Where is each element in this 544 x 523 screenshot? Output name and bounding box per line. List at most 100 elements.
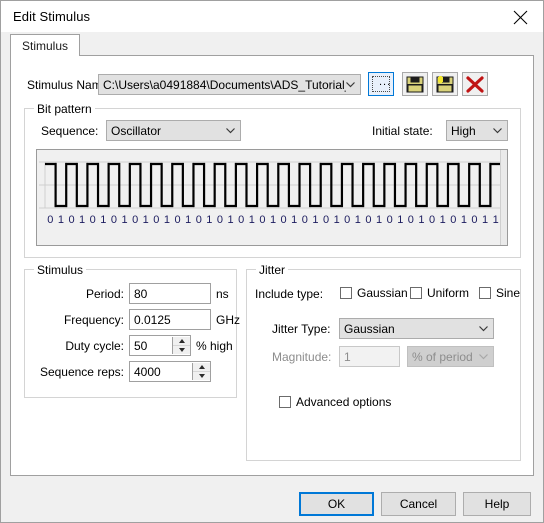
ok-button[interactable]: OK [299, 492, 374, 516]
sequence-reps-stepper[interactable] [192, 363, 210, 380]
sequence-reps-stepper-down[interactable] [193, 372, 210, 381]
initial-state-label: Initial state: [372, 124, 433, 138]
svg-text:1: 1 [493, 214, 499, 226]
include-type-label: Include type: [255, 287, 324, 301]
svg-text:1: 1 [100, 214, 106, 226]
period-unit: ns [216, 287, 229, 301]
magnitude-input[interactable]: 1 [339, 346, 400, 367]
floppy-disk-icon [406, 76, 424, 93]
svg-text:0: 0 [238, 214, 244, 226]
svg-text:0: 0 [323, 214, 329, 226]
sequence-reps-value: 4000 [134, 365, 161, 379]
svg-text:1: 1 [440, 214, 446, 226]
stimulus-name-combo[interactable]: C:\Users\a0491884\Documents\ADS_Tutorial… [98, 74, 361, 95]
sequence-reps-stepper-up[interactable] [193, 363, 210, 372]
svg-text:0: 0 [429, 214, 435, 226]
browse-button-label: ... [379, 76, 392, 88]
stimulus-name-value: C:\Users\a0491884\Documents\ADS_Tutorial… [103, 78, 346, 92]
checkbox-box [340, 287, 352, 299]
duty-cycle-stepper[interactable] [172, 337, 190, 354]
bit-pattern-group-title: Bit pattern [34, 102, 95, 116]
duty-cycle-stepper-down[interactable] [173, 346, 190, 355]
duty-cycle-stepper-up[interactable] [173, 337, 190, 346]
jitter-type-value: Gaussian [344, 322, 395, 336]
checkbox-box [479, 287, 491, 299]
window-title: Edit Stimulus [13, 9, 91, 24]
initial-state-combo[interactable]: High [446, 120, 508, 141]
svg-text:1: 1 [228, 214, 234, 226]
sequence-reps-input[interactable]: 4000 [129, 361, 211, 382]
svg-text:0: 0 [68, 214, 74, 226]
waveform-scrollbar[interactable] [500, 150, 507, 245]
svg-text:1: 1 [418, 214, 424, 226]
browse-button[interactable]: ... [368, 72, 394, 96]
magnitude-label: Magnitude: [272, 350, 332, 364]
svg-text:0: 0 [450, 214, 456, 226]
jitter-group-title: Jitter [256, 263, 289, 277]
svg-text:1: 1 [58, 214, 64, 226]
save-button[interactable] [402, 72, 428, 96]
duty-cycle-input[interactable]: 50 [129, 335, 191, 356]
svg-text:0: 0 [47, 214, 53, 226]
checkbox-uniform-label: Uniform [427, 286, 470, 300]
svg-text:1: 1 [376, 214, 382, 226]
svg-text:0: 0 [365, 214, 371, 226]
jitter-type-combo[interactable]: Gaussian [339, 318, 494, 339]
period-input[interactable]: 80 [129, 283, 211, 304]
svg-text:0: 0 [302, 214, 308, 226]
svg-text:0: 0 [153, 214, 159, 226]
frequency-label: Frequency: [63, 313, 124, 327]
svg-text:1: 1 [206, 214, 212, 226]
magnitude-unit-combo[interactable]: % of period [407, 346, 494, 367]
svg-text:1: 1 [482, 214, 488, 226]
svg-text:1: 1 [397, 214, 403, 226]
initial-state-value: High [451, 124, 476, 138]
bit-pattern-group: Bit pattern Sequence: Oscillator Initial… [24, 102, 521, 258]
magnitude-unit-value: % of period [412, 350, 473, 364]
jitter-group: Jitter Include type: Gaussian Uniform Si… [246, 263, 521, 461]
floppy-disk-star-icon [436, 76, 454, 93]
period-label: Period: [85, 287, 124, 301]
svg-text:0: 0 [196, 214, 202, 226]
stimulus-group-title: Stimulus [34, 263, 87, 277]
tab-stimulus[interactable]: Stimulus [10, 34, 81, 56]
svg-text:1: 1 [121, 214, 127, 226]
delete-button[interactable] [462, 72, 488, 96]
save-as-button[interactable] [432, 72, 458, 96]
svg-text:1: 1 [185, 214, 191, 226]
duty-cycle-value: 50 [134, 339, 148, 353]
advanced-options-label: Advanced options [296, 395, 392, 409]
cancel-button[interactable]: Cancel [381, 492, 456, 516]
close-icon [513, 10, 528, 25]
svg-text:1: 1 [334, 214, 340, 226]
waveform-canvas: 0101010101010101010101010101010101010101… [39, 161, 507, 226]
svg-text:1: 1 [291, 214, 297, 226]
chevron-down-icon [493, 128, 502, 134]
svg-text:0: 0 [387, 214, 393, 226]
duty-cycle-unit: % high [196, 339, 233, 353]
sequence-label: Sequence: [41, 124, 99, 138]
svg-text:0: 0 [344, 214, 350, 226]
jitter-type-label: Jitter Type: [272, 322, 331, 336]
frequency-input[interactable]: 0.0125 [129, 309, 211, 330]
checkbox-box [410, 287, 422, 299]
edit-stimulus-dialog: Edit Stimulus Stimulus Stimulus Name: C:… [0, 0, 544, 523]
close-button[interactable] [499, 1, 543, 32]
svg-text:1: 1 [270, 214, 276, 226]
svg-text:1: 1 [355, 214, 361, 226]
duty-cycle-label: Duty cycle: [65, 339, 124, 353]
sequence-combo[interactable]: Oscillator [106, 120, 241, 141]
svg-text:1: 1 [143, 214, 149, 226]
waveform-preview[interactable]: 0101010101010101010101010101010101010101… [36, 149, 508, 246]
magnitude-value: 1 [344, 350, 351, 364]
chevron-down-icon [479, 354, 488, 360]
chevron-down-icon [479, 326, 488, 332]
checkbox-sine-label: Sine [496, 286, 521, 300]
svg-text:0: 0 [281, 214, 287, 226]
stimulus-tab-page: Stimulus Name: C:\Users\a0491884\Documen… [10, 55, 534, 476]
help-button[interactable]: Help [463, 492, 531, 516]
frequency-unit: GHz [216, 313, 240, 327]
tab-strip: Stimulus [10, 34, 534, 56]
svg-text:1: 1 [249, 214, 255, 226]
sequence-reps-label: Sequence reps: [39, 365, 124, 379]
